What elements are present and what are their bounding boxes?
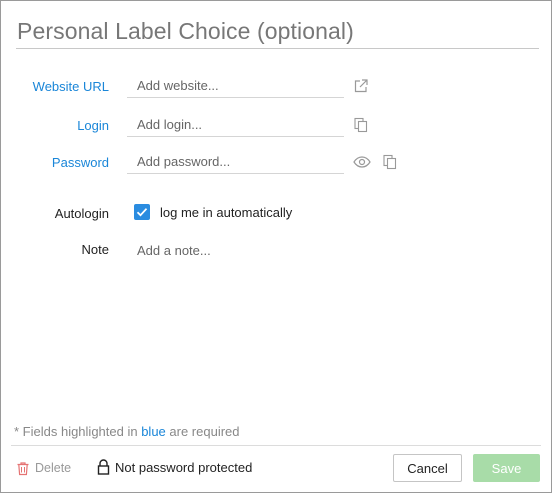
- login-input[interactable]: [127, 113, 344, 137]
- password-protection-status: Not password protected: [115, 460, 253, 475]
- external-link-icon[interactable]: [353, 78, 371, 96]
- copy-icon[interactable]: [353, 117, 371, 135]
- autologin-checkbox[interactable]: [134, 204, 150, 220]
- note-input[interactable]: [127, 240, 427, 260]
- login-label: Login: [77, 118, 109, 133]
- website-input[interactable]: [127, 74, 344, 98]
- edit-login-dialog: Personal Label Choice (optional) Website…: [0, 0, 552, 493]
- website-label: Website URL: [32, 79, 109, 94]
- unlock-icon: [97, 459, 110, 480]
- required-hint-suffix: are required: [165, 424, 240, 439]
- checkmark-icon: [136, 208, 148, 217]
- delete-label: Delete: [35, 461, 72, 475]
- password-input[interactable]: [127, 150, 344, 174]
- title-field[interactable]: Personal Label Choice (optional): [16, 13, 539, 49]
- copy-icon[interactable]: [382, 154, 400, 172]
- autologin-label: Autologin: [54, 206, 109, 221]
- save-button[interactable]: Save: [473, 454, 540, 482]
- cancel-button[interactable]: Cancel: [393, 454, 462, 482]
- required-fields-hint: * Fields highlighted in blue are require…: [14, 424, 240, 439]
- note-label: Note: [81, 242, 109, 257]
- title-input[interactable]: Personal Label Choice (optional): [17, 18, 354, 45]
- required-hint-prefix: * Fields highlighted in: [14, 424, 142, 439]
- eye-icon[interactable]: [353, 154, 371, 172]
- required-hint-highlight: blue: [141, 424, 166, 439]
- autologin-checkbox-label[interactable]: log me in automatically: [160, 205, 292, 220]
- footer-divider: [11, 445, 541, 446]
- password-label: Password: [51, 155, 109, 170]
- trash-icon: [16, 461, 30, 481]
